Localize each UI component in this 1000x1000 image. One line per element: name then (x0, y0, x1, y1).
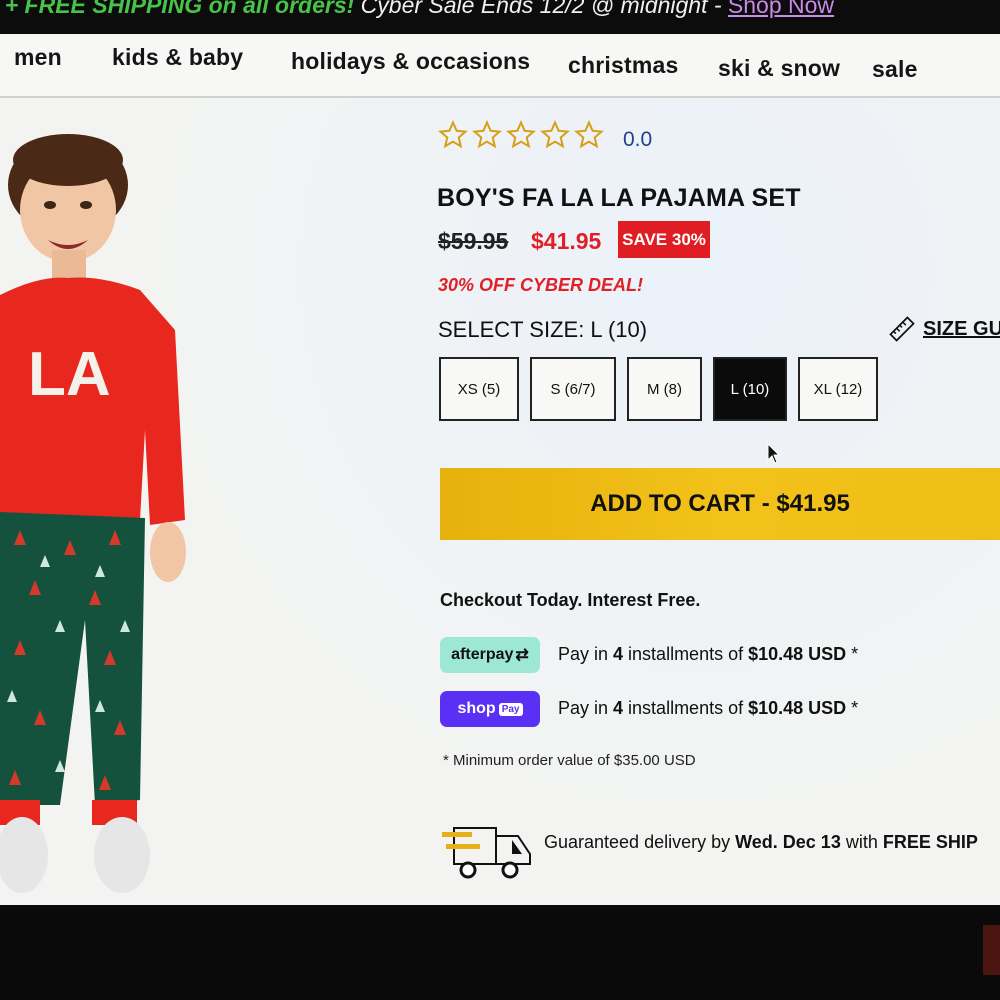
size-option-xs[interactable]: XS (5) (439, 357, 519, 421)
save-badge: SAVE 30% (618, 221, 710, 258)
original-price: $59.95 (438, 228, 509, 254)
afterpay-star: * (846, 644, 859, 664)
size-guide-link[interactable]: SIZE GU (889, 316, 1000, 342)
mouse-cursor-icon (767, 443, 781, 464)
monitor-bezel-accent (983, 925, 1000, 975)
delivery-truck-icon (442, 827, 531, 879)
select-size-label: SELECT SIZE: L (10) (438, 317, 648, 342)
star-icon (506, 120, 536, 149)
afterpay-text-pre: Pay in (558, 644, 614, 664)
minimum-order-note: * Minimum order value of $35.00 USD (443, 752, 696, 769)
shoppay-tag: Pay (498, 702, 523, 716)
browser-screen: IDE + FREE SHIPPING on all orders! Cyber… (0, 0, 1000, 905)
main-nav: men kids & baby holidays & occasions chr… (0, 34, 1000, 98)
shoppay-logo-text: shop (457, 700, 496, 717)
promo-lead: IDE + FREE SHIPPING on all orders! (0, 0, 355, 18)
nav-item-men[interactable]: men (14, 44, 62, 71)
shirt-print: LA (28, 340, 111, 409)
afterpay-logo-text: afterpay (451, 646, 514, 663)
afterpay-count: 4 (613, 644, 624, 664)
size-option-m[interactable]: M (8) (627, 357, 702, 421)
sale-price: $41.95 (531, 228, 602, 254)
afterpay-amount: $10.48 USD (748, 644, 847, 664)
afterpay-text-mid: installments of (623, 644, 749, 664)
nav-item-kids-baby[interactable]: kids & baby (112, 44, 243, 71)
shoppay-installment-text: Pay in 4 installments of $10.48 USD * (558, 698, 858, 719)
shop-now-link[interactable]: Shop Now (728, 0, 834, 18)
afterpay-arrows-icon: ⇄ (515, 647, 529, 664)
delivery-free-ship: FREE SHIP (882, 832, 978, 852)
nav-item-ski-snow[interactable]: ski & snow (718, 55, 840, 82)
afterpay-installment-text: Pay in 4 installments of $10.48 USD * (558, 644, 858, 665)
delivery-mid: with (840, 832, 883, 852)
product-title: BOY'S FA LA LA PAJAMA SET (437, 184, 801, 212)
product-image[interactable]: LA (0, 100, 300, 900)
promo-sale-text: Cyber Sale Ends 12/2 @ midnight - (360, 0, 722, 18)
rating-stars[interactable] (438, 120, 604, 150)
shoppay-amount: $10.48 USD (748, 698, 847, 718)
nav-item-holidays-occasions[interactable]: holidays & occasions (291, 48, 530, 75)
star-icon (574, 120, 604, 149)
afterpay-logo[interactable]: afterpay ⇄ (440, 637, 540, 673)
checkout-heading: Checkout Today. Interest Free. (440, 590, 701, 610)
shoppay-text-pre: Pay in (558, 698, 614, 718)
shoppay-star: * (846, 698, 859, 718)
add-to-cart-button[interactable]: ADD TO CART - $41.95 (440, 468, 1000, 540)
size-guide-label: SIZE GU (923, 317, 1000, 340)
shoppay-logo[interactable]: shop Pay (440, 691, 540, 727)
size-option-s[interactable]: S (6/7) (530, 357, 616, 421)
size-option-xl[interactable]: XL (12) (798, 357, 878, 421)
size-option-l-selected[interactable]: L (10) (713, 357, 787, 421)
add-to-cart-label: ADD TO CART - $41.95 (590, 490, 850, 517)
ruler-icon (889, 316, 915, 342)
shoppay-text-mid: installments of (623, 698, 749, 718)
star-icon (540, 120, 570, 149)
nav-item-christmas[interactable]: christmas (568, 52, 678, 79)
nav-item-sale[interactable]: sale (872, 56, 918, 83)
promo-banner: IDE + FREE SHIPPING on all orders! Cyber… (0, 0, 1000, 34)
delivery-text: Guaranteed delivery by Wed. Dec 13 with … (544, 832, 978, 853)
star-icon (438, 120, 468, 149)
rating-value[interactable]: 0.0 (623, 128, 652, 152)
deal-label: 30% OFF CYBER DEAL! (438, 275, 644, 295)
delivery-date: Wed. Dec 13 (735, 832, 841, 852)
delivery-pre: Guaranteed delivery by (544, 832, 736, 852)
shoppay-count: 4 (613, 698, 624, 718)
star-icon (472, 120, 502, 149)
